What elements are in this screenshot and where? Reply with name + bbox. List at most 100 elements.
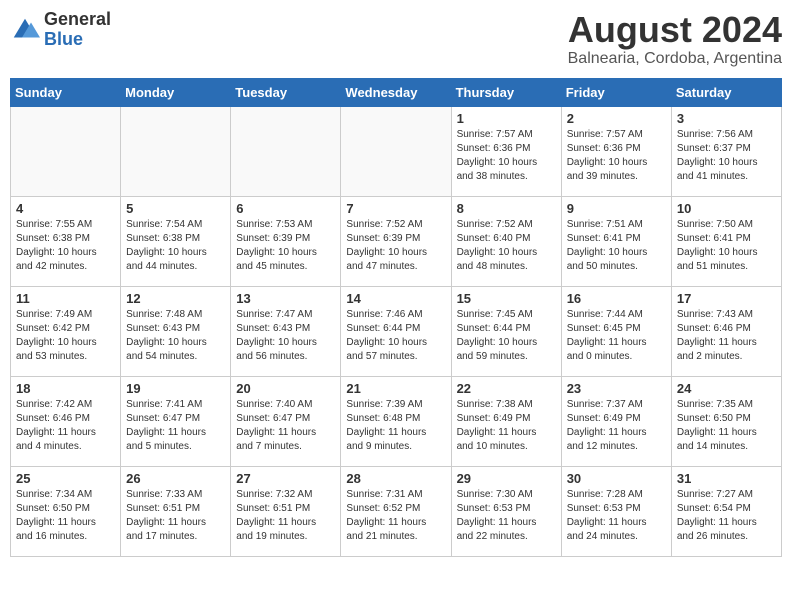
calendar-cell: 31 Sunrise: 7:27 AMSunset: 6:54 PMDayligh…: [671, 466, 781, 556]
logo-general: General: [44, 10, 111, 30]
calendar-cell: 4Sunrise: 7:55 AMSunset: 6:38 PMDaylight…: [11, 196, 121, 286]
calendar-cell: 30 Sunrise: 7:28 AMSunset: 6:53 PMDayligh…: [561, 466, 671, 556]
calendar-cell: 21Sunrise: 7:39 AMSunset: 6:48 PMDayligh…: [341, 376, 451, 466]
day-info: Sunrise: 7:41 AMSunset: 6:47 PMDaylight:…: [126, 398, 225, 454]
calendar-cell: 12 Sunrise: 7:48 AMSunset: 6:43 PMDayligh…: [121, 286, 231, 376]
day-number: 10: [677, 201, 776, 216]
day-number: 22: [457, 381, 556, 396]
calendar-table: SundayMondayTuesdayWednesdayThursdayFrid…: [10, 78, 782, 557]
subtitle: Balnearia, Cordoba, Argentina: [568, 50, 782, 68]
calendar-cell: 6Sunrise: 7:53 AMSunset: 6:39 PMDaylight…: [231, 196, 341, 286]
calendar-cell: 5 Sunrise: 7:54 AMSunset: 6:38 PMDaylight…: [121, 196, 231, 286]
calendar-header-wednesday: Wednesday: [341, 78, 451, 106]
calendar-cell: 23 Sunrise: 7:37 AMSunset: 6:49 PMDayligh…: [561, 376, 671, 466]
calendar-cell: 11Sunrise: 7:49 AMSunset: 6:42 PMDayligh…: [11, 286, 121, 376]
day-number: 6: [236, 201, 335, 216]
day-info: Sunrise: 7:39 AMSunset: 6:48 PMDaylight:…: [346, 398, 445, 454]
calendar-header-monday: Monday: [121, 78, 231, 106]
day-number: 4: [16, 201, 115, 216]
day-number: 13: [236, 291, 335, 306]
calendar-cell: 26 Sunrise: 7:33 AMSunset: 6:51 PMDayligh…: [121, 466, 231, 556]
logo-icon: [10, 15, 40, 45]
day-info: Sunrise: 7:33 AMSunset: 6:51 PMDaylight:…: [126, 488, 225, 544]
day-number: 5: [126, 201, 225, 216]
calendar-cell: 19 Sunrise: 7:41 AMSunset: 6:47 PMDayligh…: [121, 376, 231, 466]
calendar-cell: 2 Sunrise: 7:57 AMSunset: 6:36 PMDaylight…: [561, 106, 671, 196]
calendar-cell: 20 Sunrise: 7:40 AMSunset: 6:47 PMDayligh…: [231, 376, 341, 466]
day-number: 2: [567, 111, 666, 126]
day-info: Sunrise: 7:54 AMSunset: 6:38 PMDaylight:…: [126, 218, 225, 274]
day-number: 19: [126, 381, 225, 396]
day-info: Sunrise: 7:31 AMSunset: 6:52 PMDaylight:…: [346, 488, 445, 544]
day-number: 8: [457, 201, 556, 216]
day-number: 1: [457, 111, 556, 126]
calendar-header-friday: Friday: [561, 78, 671, 106]
calendar-week-5: 25 Sunrise: 7:34 AMSunset: 6:50 PMDayligh…: [11, 466, 782, 556]
day-number: 17: [677, 291, 776, 306]
day-info: Sunrise: 7:50 AMSunset: 6:41 PMDaylight:…: [677, 218, 776, 274]
calendar-week-2: 4Sunrise: 7:55 AMSunset: 6:38 PMDaylight…: [11, 196, 782, 286]
logo: General Blue: [10, 10, 111, 50]
day-info: Sunrise: 7:57 AMSunset: 6:36 PMDaylight:…: [567, 128, 666, 184]
calendar-cell: [121, 106, 231, 196]
day-info: Sunrise: 7:51 AMSunset: 6:41 PMDaylight:…: [567, 218, 666, 274]
day-number: 3: [677, 111, 776, 126]
calendar-week-3: 11Sunrise: 7:49 AMSunset: 6:42 PMDayligh…: [11, 286, 782, 376]
calendar-cell: 24 Sunrise: 7:35 AMSunset: 6:50 PMDayligh…: [671, 376, 781, 466]
calendar-cell: 22 Sunrise: 7:38 AMSunset: 6:49 PMDayligh…: [451, 376, 561, 466]
day-info: Sunrise: 7:28 AMSunset: 6:53 PMDaylight:…: [567, 488, 666, 544]
day-number: 11: [16, 291, 115, 306]
day-info: Sunrise: 7:52 AMSunset: 6:39 PMDaylight:…: [346, 218, 445, 274]
main-title: August 2024: [568, 10, 782, 50]
day-info: Sunrise: 7:44 AMSunset: 6:45 PMDaylight:…: [567, 308, 666, 364]
day-info: Sunrise: 7:37 AMSunset: 6:49 PMDaylight:…: [567, 398, 666, 454]
calendar-cell: 3Sunrise: 7:56 AMSunset: 6:37 PMDaylight…: [671, 106, 781, 196]
day-info: Sunrise: 7:42 AMSunset: 6:46 PMDaylight:…: [16, 398, 115, 454]
calendar-cell: 29 Sunrise: 7:30 AMSunset: 6:53 PMDayligh…: [451, 466, 561, 556]
day-info: Sunrise: 7:27 AMSunset: 6:54 PMDaylight:…: [677, 488, 776, 544]
calendar-cell: 18 Sunrise: 7:42 AMSunset: 6:46 PMDayligh…: [11, 376, 121, 466]
calendar-cell: 14Sunrise: 7:46 AMSunset: 6:44 PMDayligh…: [341, 286, 451, 376]
day-number: 16: [567, 291, 666, 306]
day-number: 27: [236, 471, 335, 486]
calendar-header-row: SundayMondayTuesdayWednesdayThursdayFrid…: [11, 78, 782, 106]
calendar-cell: 28 Sunrise: 7:31 AMSunset: 6:52 PMDayligh…: [341, 466, 451, 556]
calendar-cell: 16 Sunrise: 7:44 AMSunset: 6:45 PMDayligh…: [561, 286, 671, 376]
calendar-header-tuesday: Tuesday: [231, 78, 341, 106]
day-number: 7: [346, 201, 445, 216]
day-number: 18: [16, 381, 115, 396]
title-block: August 2024 Balnearia, Cordoba, Argentin…: [568, 10, 782, 68]
day-info: Sunrise: 7:47 AMSunset: 6:43 PMDaylight:…: [236, 308, 335, 364]
day-number: 26: [126, 471, 225, 486]
day-number: 31: [677, 471, 776, 486]
calendar-week-1: 1 Sunrise: 7:57 AMSunset: 6:36 PMDaylight…: [11, 106, 782, 196]
calendar-cell: 13 Sunrise: 7:47 AMSunset: 6:43 PMDayligh…: [231, 286, 341, 376]
day-info: Sunrise: 7:57 AMSunset: 6:36 PMDaylight:…: [457, 128, 556, 184]
day-number: 20: [236, 381, 335, 396]
day-number: 28: [346, 471, 445, 486]
day-number: 24: [677, 381, 776, 396]
calendar-cell: 15Sunrise: 7:45 AMSunset: 6:44 PMDayligh…: [451, 286, 561, 376]
calendar-cell: 25 Sunrise: 7:34 AMSunset: 6:50 PMDayligh…: [11, 466, 121, 556]
day-number: 30: [567, 471, 666, 486]
page-header: General Blue August 2024 Balnearia, Cord…: [10, 10, 782, 68]
day-info: Sunrise: 7:35 AMSunset: 6:50 PMDaylight:…: [677, 398, 776, 454]
day-info: Sunrise: 7:38 AMSunset: 6:49 PMDaylight:…: [457, 398, 556, 454]
calendar-cell: [11, 106, 121, 196]
calendar-header-sunday: Sunday: [11, 78, 121, 106]
day-info: Sunrise: 7:46 AMSunset: 6:44 PMDaylight:…: [346, 308, 445, 364]
day-number: 23: [567, 381, 666, 396]
day-number: 9: [567, 201, 666, 216]
day-number: 25: [16, 471, 115, 486]
calendar-header-thursday: Thursday: [451, 78, 561, 106]
day-number: 12: [126, 291, 225, 306]
day-info: Sunrise: 7:40 AMSunset: 6:47 PMDaylight:…: [236, 398, 335, 454]
day-info: Sunrise: 7:30 AMSunset: 6:53 PMDaylight:…: [457, 488, 556, 544]
day-number: 29: [457, 471, 556, 486]
calendar-header-saturday: Saturday: [671, 78, 781, 106]
day-info: Sunrise: 7:52 AMSunset: 6:40 PMDaylight:…: [457, 218, 556, 274]
day-info: Sunrise: 7:48 AMSunset: 6:43 PMDaylight:…: [126, 308, 225, 364]
day-number: 15: [457, 291, 556, 306]
calendar-cell: [231, 106, 341, 196]
day-info: Sunrise: 7:34 AMSunset: 6:50 PMDaylight:…: [16, 488, 115, 544]
